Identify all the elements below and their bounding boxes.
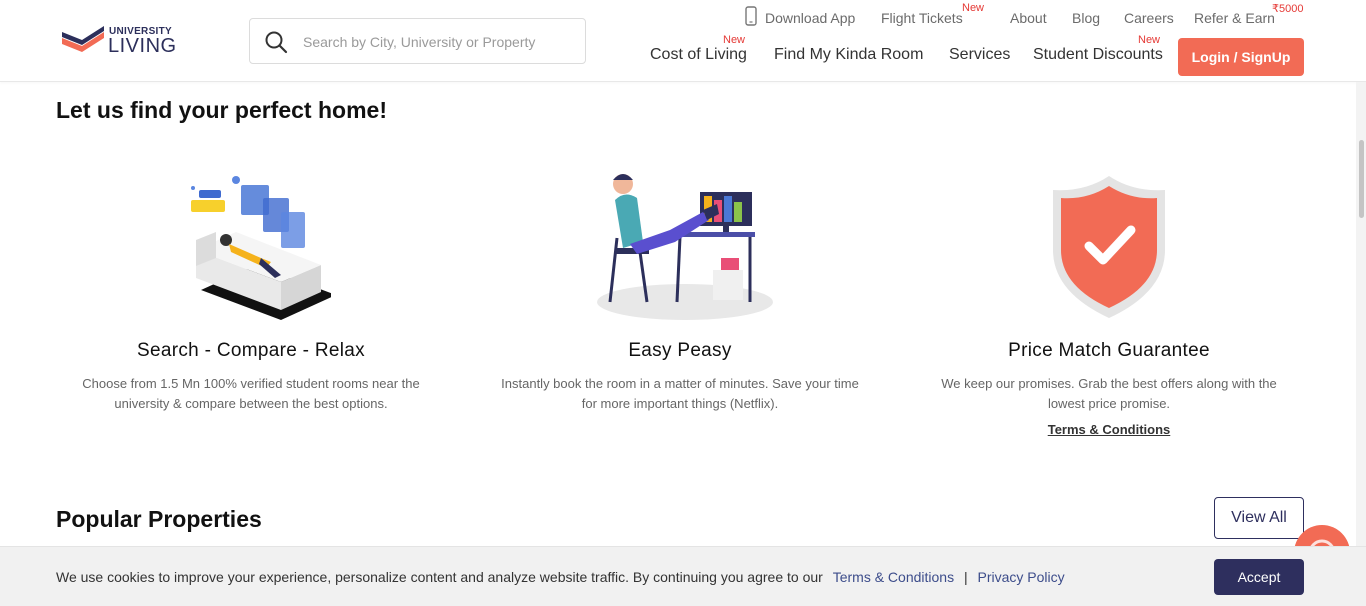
feature-description: We keep our promises. Grab the best offe… bbox=[941, 376, 1277, 411]
feature-title: Price Match Guarantee bbox=[1008, 340, 1210, 361]
cookie-text: We use cookies to improve your experienc… bbox=[56, 569, 823, 585]
section-title: Let us find your perfect home! bbox=[56, 97, 387, 123]
refer-earn-link[interactable]: Refer & Earn bbox=[1194, 10, 1275, 26]
cookie-privacy-link[interactable]: Privacy Policy bbox=[978, 569, 1065, 585]
feature-easy-peasy: Easy Peasy Instantly book the room in a … bbox=[490, 160, 870, 414]
accept-cookies-button[interactable]: Accept bbox=[1214, 559, 1304, 595]
feature-title: Easy Peasy bbox=[628, 340, 732, 361]
shield-check-icon bbox=[919, 160, 1299, 320]
search-icon bbox=[265, 31, 288, 54]
feature-description: Choose from 1.5 Mn 100% verified student… bbox=[82, 376, 420, 411]
cookie-consent-bar: We use cookies to improve your experienc… bbox=[0, 546, 1366, 606]
student-discounts-new-badge: New bbox=[1138, 34, 1161, 46]
terms-conditions-link[interactable]: Terms & Conditions bbox=[1048, 422, 1171, 437]
feature-search-compare-relax: Search - Compare - Relax Choose from 1.5… bbox=[61, 160, 441, 414]
nav-find-my-kinda-room[interactable]: Find My Kinda Room bbox=[774, 46, 923, 64]
page-scrollbar-thumb[interactable] bbox=[1359, 140, 1364, 218]
university-living-logo[interactable]: UNIVERSITY LIVING bbox=[60, 24, 185, 60]
nav-student-discounts[interactable]: Student Discounts bbox=[1033, 46, 1163, 64]
feature-price-match-guarantee: Price Match Guarantee We keep our promis… bbox=[919, 160, 1299, 439]
cookie-separator: | bbox=[963, 569, 968, 585]
view-all-button[interactable]: View All bbox=[1214, 497, 1304, 539]
relaxing-on-sofa-illustration bbox=[61, 160, 441, 320]
logo-main-text: LIVING bbox=[108, 35, 177, 57]
blog-link[interactable]: Blog bbox=[1072, 10, 1100, 26]
flight-tickets-new-badge: New bbox=[962, 2, 985, 14]
search-input[interactable] bbox=[303, 31, 573, 53]
careers-link[interactable]: Careers bbox=[1124, 10, 1174, 26]
feature-title: Search - Compare - Relax bbox=[137, 340, 365, 361]
flight-tickets-link[interactable]: Flight Tickets bbox=[881, 10, 963, 26]
logo-mark-icon bbox=[62, 26, 104, 52]
download-app-link[interactable]: Download App bbox=[765, 10, 855, 26]
nav-services[interactable]: Services bbox=[949, 46, 1010, 64]
about-link[interactable]: About bbox=[1010, 10, 1047, 26]
refer-earn-amount-badge: ₹5000 bbox=[1272, 3, 1304, 15]
search-box[interactable] bbox=[249, 18, 586, 64]
nav-cost-of-living[interactable]: Cost of Living bbox=[650, 46, 747, 64]
feature-description: Instantly book the room in a matter of m… bbox=[501, 376, 859, 411]
person-at-desk-illustration bbox=[490, 160, 870, 320]
cost-of-living-new-badge: New bbox=[723, 34, 746, 46]
phone-icon bbox=[745, 6, 757, 26]
cookie-terms-link[interactable]: Terms & Conditions bbox=[833, 569, 954, 585]
cookie-message: We use cookies to improve your experienc… bbox=[56, 569, 1065, 585]
login-signup-button[interactable]: Login / SignUp bbox=[1178, 38, 1304, 76]
site-header: UNIVERSITY LIVING Download App Flight Ti… bbox=[0, 0, 1366, 82]
popular-properties-title: Popular Properties bbox=[56, 506, 262, 532]
